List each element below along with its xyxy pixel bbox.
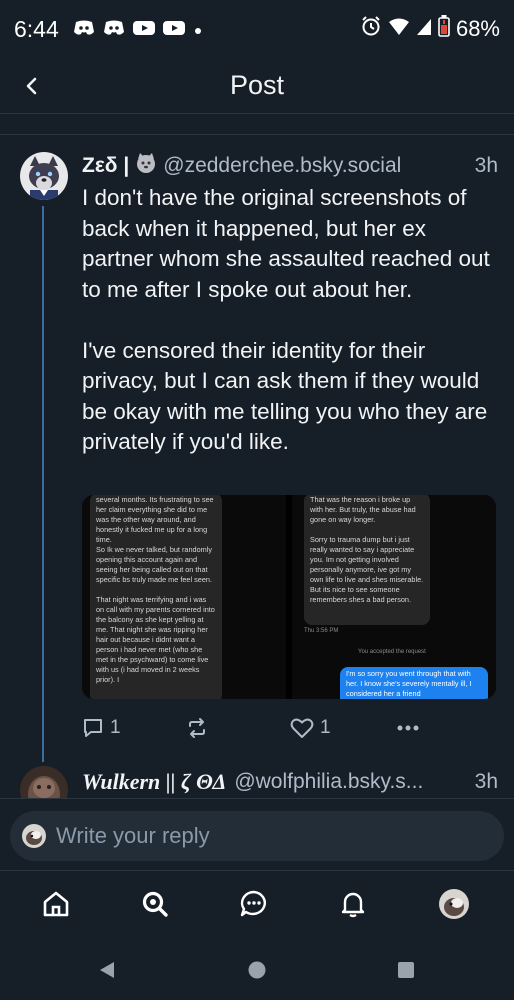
- post-body: I don't have the original screenshots of…: [82, 183, 502, 458]
- nav-recents-button[interactable]: [396, 960, 416, 985]
- reply-button[interactable]: 1: [82, 717, 121, 739]
- nav-home-button[interactable]: [247, 960, 267, 985]
- reply-author-line: Wulkern || ζ ΘΔ @wolfphilia.bsky.s... 3h: [82, 766, 498, 798]
- reply-handle[interactable]: @wolfphilia.bsky.s...: [234, 770, 423, 794]
- reply-placeholder: Write your reply: [56, 823, 210, 848]
- repost-icon: [189, 718, 205, 738]
- heart-icon: [290, 718, 314, 738]
- more-horizontal-icon: [397, 725, 419, 731]
- message-text: I'm so sorry you went through that with …: [346, 669, 472, 698]
- divider: [0, 134, 514, 135]
- alarm-icon: [360, 15, 382, 43]
- repost-button[interactable]: [186, 717, 208, 739]
- post-author-line: Zεδ | @zedderchee.bsky.social 3h: [82, 150, 498, 182]
- author-handle[interactable]: @zedderchee.bsky.social: [163, 154, 401, 178]
- like-count: 1: [320, 717, 331, 738]
- message-bubble: That was the reason i broke up with her.…: [304, 495, 430, 625]
- back-button[interactable]: [14, 68, 50, 104]
- comment-icon: [84, 719, 102, 737]
- avatar: [22, 824, 46, 848]
- triangle-back-icon: [100, 962, 114, 978]
- more-options-button[interactable]: [396, 724, 420, 732]
- like-button[interactable]: 1: [290, 717, 331, 739]
- message-text: That night was terrifying and i was on c…: [96, 595, 215, 684]
- circle-home-icon: [248, 961, 266, 979]
- battery-icon: [438, 15, 450, 43]
- status-bar: 6:44 68%: [0, 0, 514, 58]
- screenshot-image[interactable]: several months. Its frustrating to see h…: [82, 495, 286, 699]
- battery-percent: 68%: [455, 16, 500, 41]
- more-notifications-dot-icon: [193, 16, 203, 42]
- reply-time: 3h: [474, 770, 498, 793]
- bottom-tab-bar: [0, 870, 514, 940]
- sent-message-bubble: I'm so sorry you went through that with …: [340, 667, 488, 699]
- wifi-icon: [388, 16, 410, 42]
- avatar[interactable]: [20, 152, 68, 200]
- message-bubble: several months. Its frustrating to see h…: [90, 495, 222, 699]
- request-accepted-note: You accepted the request: [358, 649, 426, 655]
- post-header: Post: [0, 58, 514, 114]
- status-time: 6:44: [14, 15, 59, 42]
- image-embed[interactable]: several months. Its frustrating to see h…: [82, 495, 496, 699]
- reply-composer-bar: Write your reply: [0, 798, 514, 870]
- page-title: Post: [229, 70, 285, 100]
- chat-icon: [240, 890, 266, 917]
- thread-line: [42, 206, 44, 762]
- tab-search[interactable]: [138, 887, 172, 921]
- message-text: That was the reason i broke up with her.…: [310, 495, 416, 524]
- post-paragraph: I've censored their identity for their p…: [82, 337, 488, 455]
- chevron-left-icon: [26, 77, 37, 95]
- author-emoji-icon: [135, 152, 157, 180]
- cell-signal-icon: [416, 16, 432, 42]
- message-text: So Ik we never talked, but randomly open…: [96, 545, 212, 584]
- discord-notification-icon: [73, 16, 95, 42]
- reply-count: 1: [110, 717, 121, 738]
- discord-notification-icon: [103, 16, 125, 42]
- search-icon: [142, 891, 168, 917]
- bell-icon: [341, 892, 365, 918]
- author-display-name[interactable]: Zεδ |: [82, 154, 129, 178]
- tab-home[interactable]: [39, 887, 73, 921]
- post-time: 3h: [474, 154, 498, 177]
- tab-profile[interactable]: [437, 887, 471, 921]
- tab-chat[interactable]: [237, 887, 271, 921]
- screenshot-image[interactable]: That was the reason i broke up with her.…: [292, 495, 496, 699]
- message-timestamp: Thu 3:56 PM: [304, 628, 339, 634]
- reply-display-name[interactable]: Wulkern || ζ ΘΔ: [82, 769, 226, 795]
- tab-notifications[interactable]: [336, 887, 370, 921]
- post-paragraph: I don't have the original screenshots of…: [82, 185, 490, 302]
- system-navigation-bar: [0, 940, 514, 1000]
- post-actions: 1 1: [82, 712, 498, 744]
- avatar: [439, 889, 469, 919]
- nav-back-button[interactable]: [98, 960, 116, 985]
- message-text: Sorry to trauma dump but i just really w…: [310, 535, 424, 604]
- youtube-notification-icon: [132, 16, 155, 42]
- reply-input[interactable]: Write your reply: [10, 811, 504, 861]
- message-text: several months. Its frustrating to see h…: [96, 495, 214, 544]
- home-icon: [43, 891, 69, 917]
- youtube-notification-icon: [162, 16, 185, 42]
- square-recents-icon: [398, 962, 414, 978]
